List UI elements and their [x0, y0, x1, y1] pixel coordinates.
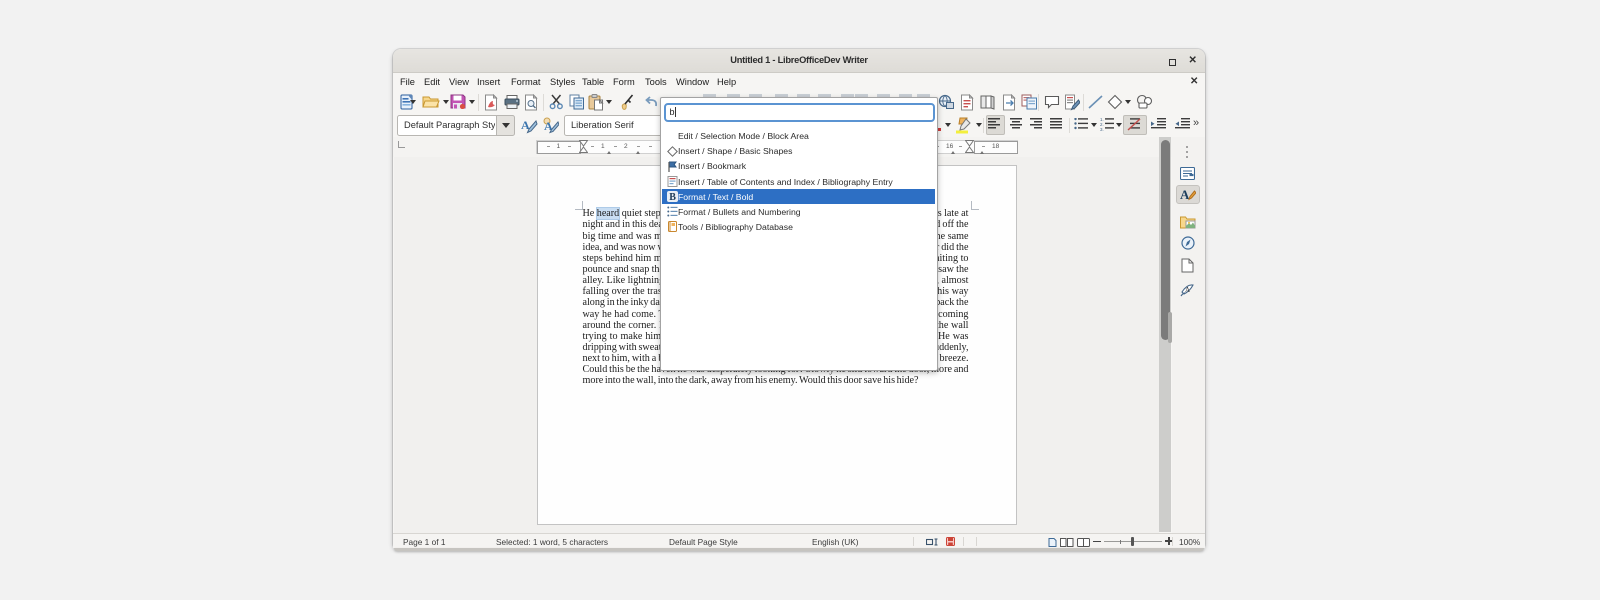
svg-text:A: A — [1180, 187, 1190, 201]
svg-text:3.: 3. — [1100, 127, 1104, 131]
svg-text:B: B — [669, 192, 676, 202]
svg-text:A: A — [1185, 286, 1190, 294]
